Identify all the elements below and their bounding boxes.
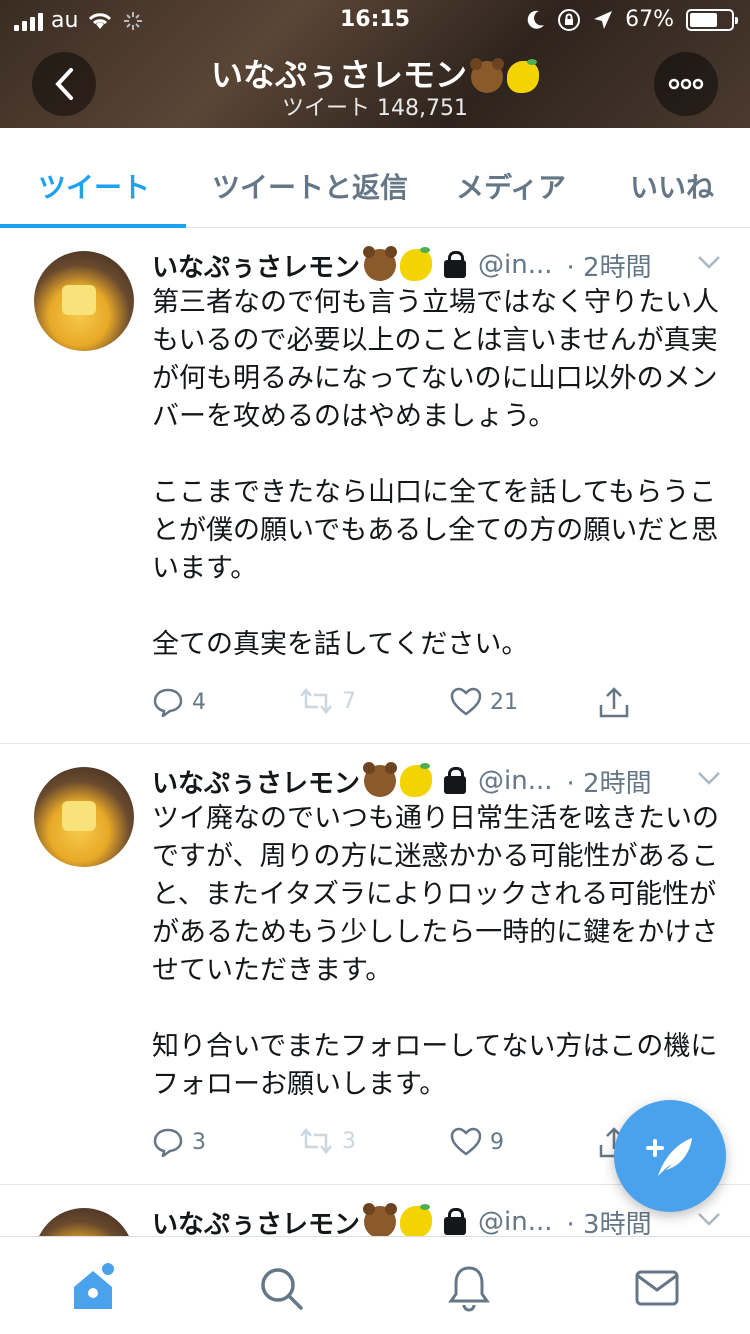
avatar[interactable] xyxy=(34,767,134,867)
bear-emoji-icon xyxy=(470,58,504,93)
tweet-actions: 3 3 9 xyxy=(152,1127,672,1167)
tweet-time: · 2時間 xyxy=(566,768,652,799)
orientation-lock-icon xyxy=(558,8,581,31)
tab-tweets[interactable]: ツイート xyxy=(38,166,150,206)
retweet-icon xyxy=(300,1128,332,1154)
bottom-navigation xyxy=(0,1236,750,1334)
reply-button[interactable]: 4 xyxy=(152,687,206,717)
heart-icon xyxy=(450,1127,482,1156)
like-button[interactable]: 21 xyxy=(450,687,518,717)
lemon-emoji-icon xyxy=(507,59,539,93)
moon-icon xyxy=(527,10,545,29)
tweet-header: いなぷぅさレモン @in... · 3時間 xyxy=(152,1202,722,1236)
like-button[interactable]: 9 xyxy=(450,1127,504,1157)
profile-name: いなぷぅさレモン xyxy=(210,56,467,94)
avatar[interactable] xyxy=(34,251,134,351)
compose-tweet-button[interactable] xyxy=(614,1100,726,1212)
tweet-time: · 3時間 xyxy=(566,1209,652,1237)
like-count: 21 xyxy=(490,689,518,715)
reply-count: 4 xyxy=(192,689,206,715)
bear-emoji-icon xyxy=(363,246,398,281)
like-count: 9 xyxy=(490,1129,504,1155)
bear-emoji-icon xyxy=(363,1203,398,1236)
profile-header: au 16:15 67% いなぷぅさレモン ツイート 148,751 xyxy=(0,0,750,128)
tweet-author-name[interactable]: いなぷぅさレモン xyxy=(152,247,360,284)
share-button[interactable] xyxy=(598,687,630,719)
tweet-text: ツイ廃なのでいつも通り日常生活を呟きたいのですが、周りの方に迷惑かかる可能性があ… xyxy=(152,803,719,1100)
reply-button[interactable]: 3 xyxy=(152,1127,206,1157)
retweet-count: 7 xyxy=(342,688,356,714)
chevron-down-icon[interactable] xyxy=(696,765,722,791)
tweet-actions: 4 7 21 xyxy=(152,687,672,727)
active-tab-indicator xyxy=(0,224,186,228)
search-icon xyxy=(261,1268,303,1310)
chevron-down-icon[interactable] xyxy=(696,249,722,275)
retweet-button[interactable]: 7 xyxy=(298,687,356,715)
tweet-handle[interactable]: @in... xyxy=(478,250,553,280)
tab-media[interactable]: メディア xyxy=(456,166,566,206)
location-icon xyxy=(594,10,613,29)
retweet-button[interactable]: 3 xyxy=(298,1127,356,1155)
tweet-handle[interactable]: @in... xyxy=(478,766,553,796)
chevron-down-icon[interactable] xyxy=(696,1206,722,1232)
tab-likes[interactable]: いいね xyxy=(630,166,714,206)
tweet-header: いなぷぅさレモン @in... · 2時間 xyxy=(152,245,722,285)
lock-icon xyxy=(444,1208,467,1235)
profile-tabs: ツイート ツイートと返信 メディア いいね xyxy=(0,128,750,228)
nav-search[interactable] xyxy=(256,1263,306,1313)
lemon-emoji-icon xyxy=(400,1204,433,1236)
heart-icon xyxy=(450,687,482,716)
compose-feather-icon xyxy=(646,1138,692,1176)
home-icon xyxy=(74,1263,114,1309)
tweet-author-name[interactable]: いなぷぅさレモン xyxy=(152,1204,360,1237)
mail-icon xyxy=(635,1270,679,1306)
tab-tweets-and-replies[interactable]: ツイートと返信 xyxy=(212,166,408,206)
more-button[interactable] xyxy=(654,52,718,116)
lemon-emoji-icon xyxy=(400,247,433,281)
lock-icon xyxy=(444,251,467,278)
nav-messages[interactable] xyxy=(632,1263,682,1313)
tweet-header: いなぷぅさレモン @in... · 2時間 xyxy=(152,761,722,801)
nav-home[interactable] xyxy=(68,1263,118,1313)
bear-emoji-icon xyxy=(363,762,398,797)
avatar[interactable] xyxy=(34,1208,134,1236)
tweet-time: · 2時間 xyxy=(566,252,652,283)
share-icon xyxy=(599,687,629,718)
battery-icon xyxy=(686,8,738,31)
retweet-count: 3 xyxy=(342,1128,356,1154)
status-bar: au 16:15 67% xyxy=(0,0,750,40)
reply-count: 3 xyxy=(192,1129,206,1155)
lemon-emoji-icon xyxy=(400,763,433,797)
tweet[interactable]: いなぷぅさレモン @in... · 2時間 第三者なので何も言う立場ではなく守り… xyxy=(0,229,750,744)
retweet-icon xyxy=(300,688,332,714)
battery-percent: 67% xyxy=(625,7,674,32)
bell-icon xyxy=(448,1266,490,1312)
tweet-handle[interactable]: @in... xyxy=(478,1207,553,1236)
reply-icon xyxy=(153,1128,183,1157)
nav-notifications[interactable] xyxy=(444,1263,494,1313)
ellipsis-icon xyxy=(668,78,704,90)
tweet-author-name[interactable]: いなぷぅさレモン xyxy=(152,763,360,800)
tweet-count: ツイート 148,751 xyxy=(282,96,468,121)
reply-icon xyxy=(153,688,183,717)
lock-icon xyxy=(444,767,467,794)
tweet-text: 第三者なので何も言う立場ではなく守りたい人もいるので必要以上のことは言いませんが… xyxy=(152,287,719,660)
